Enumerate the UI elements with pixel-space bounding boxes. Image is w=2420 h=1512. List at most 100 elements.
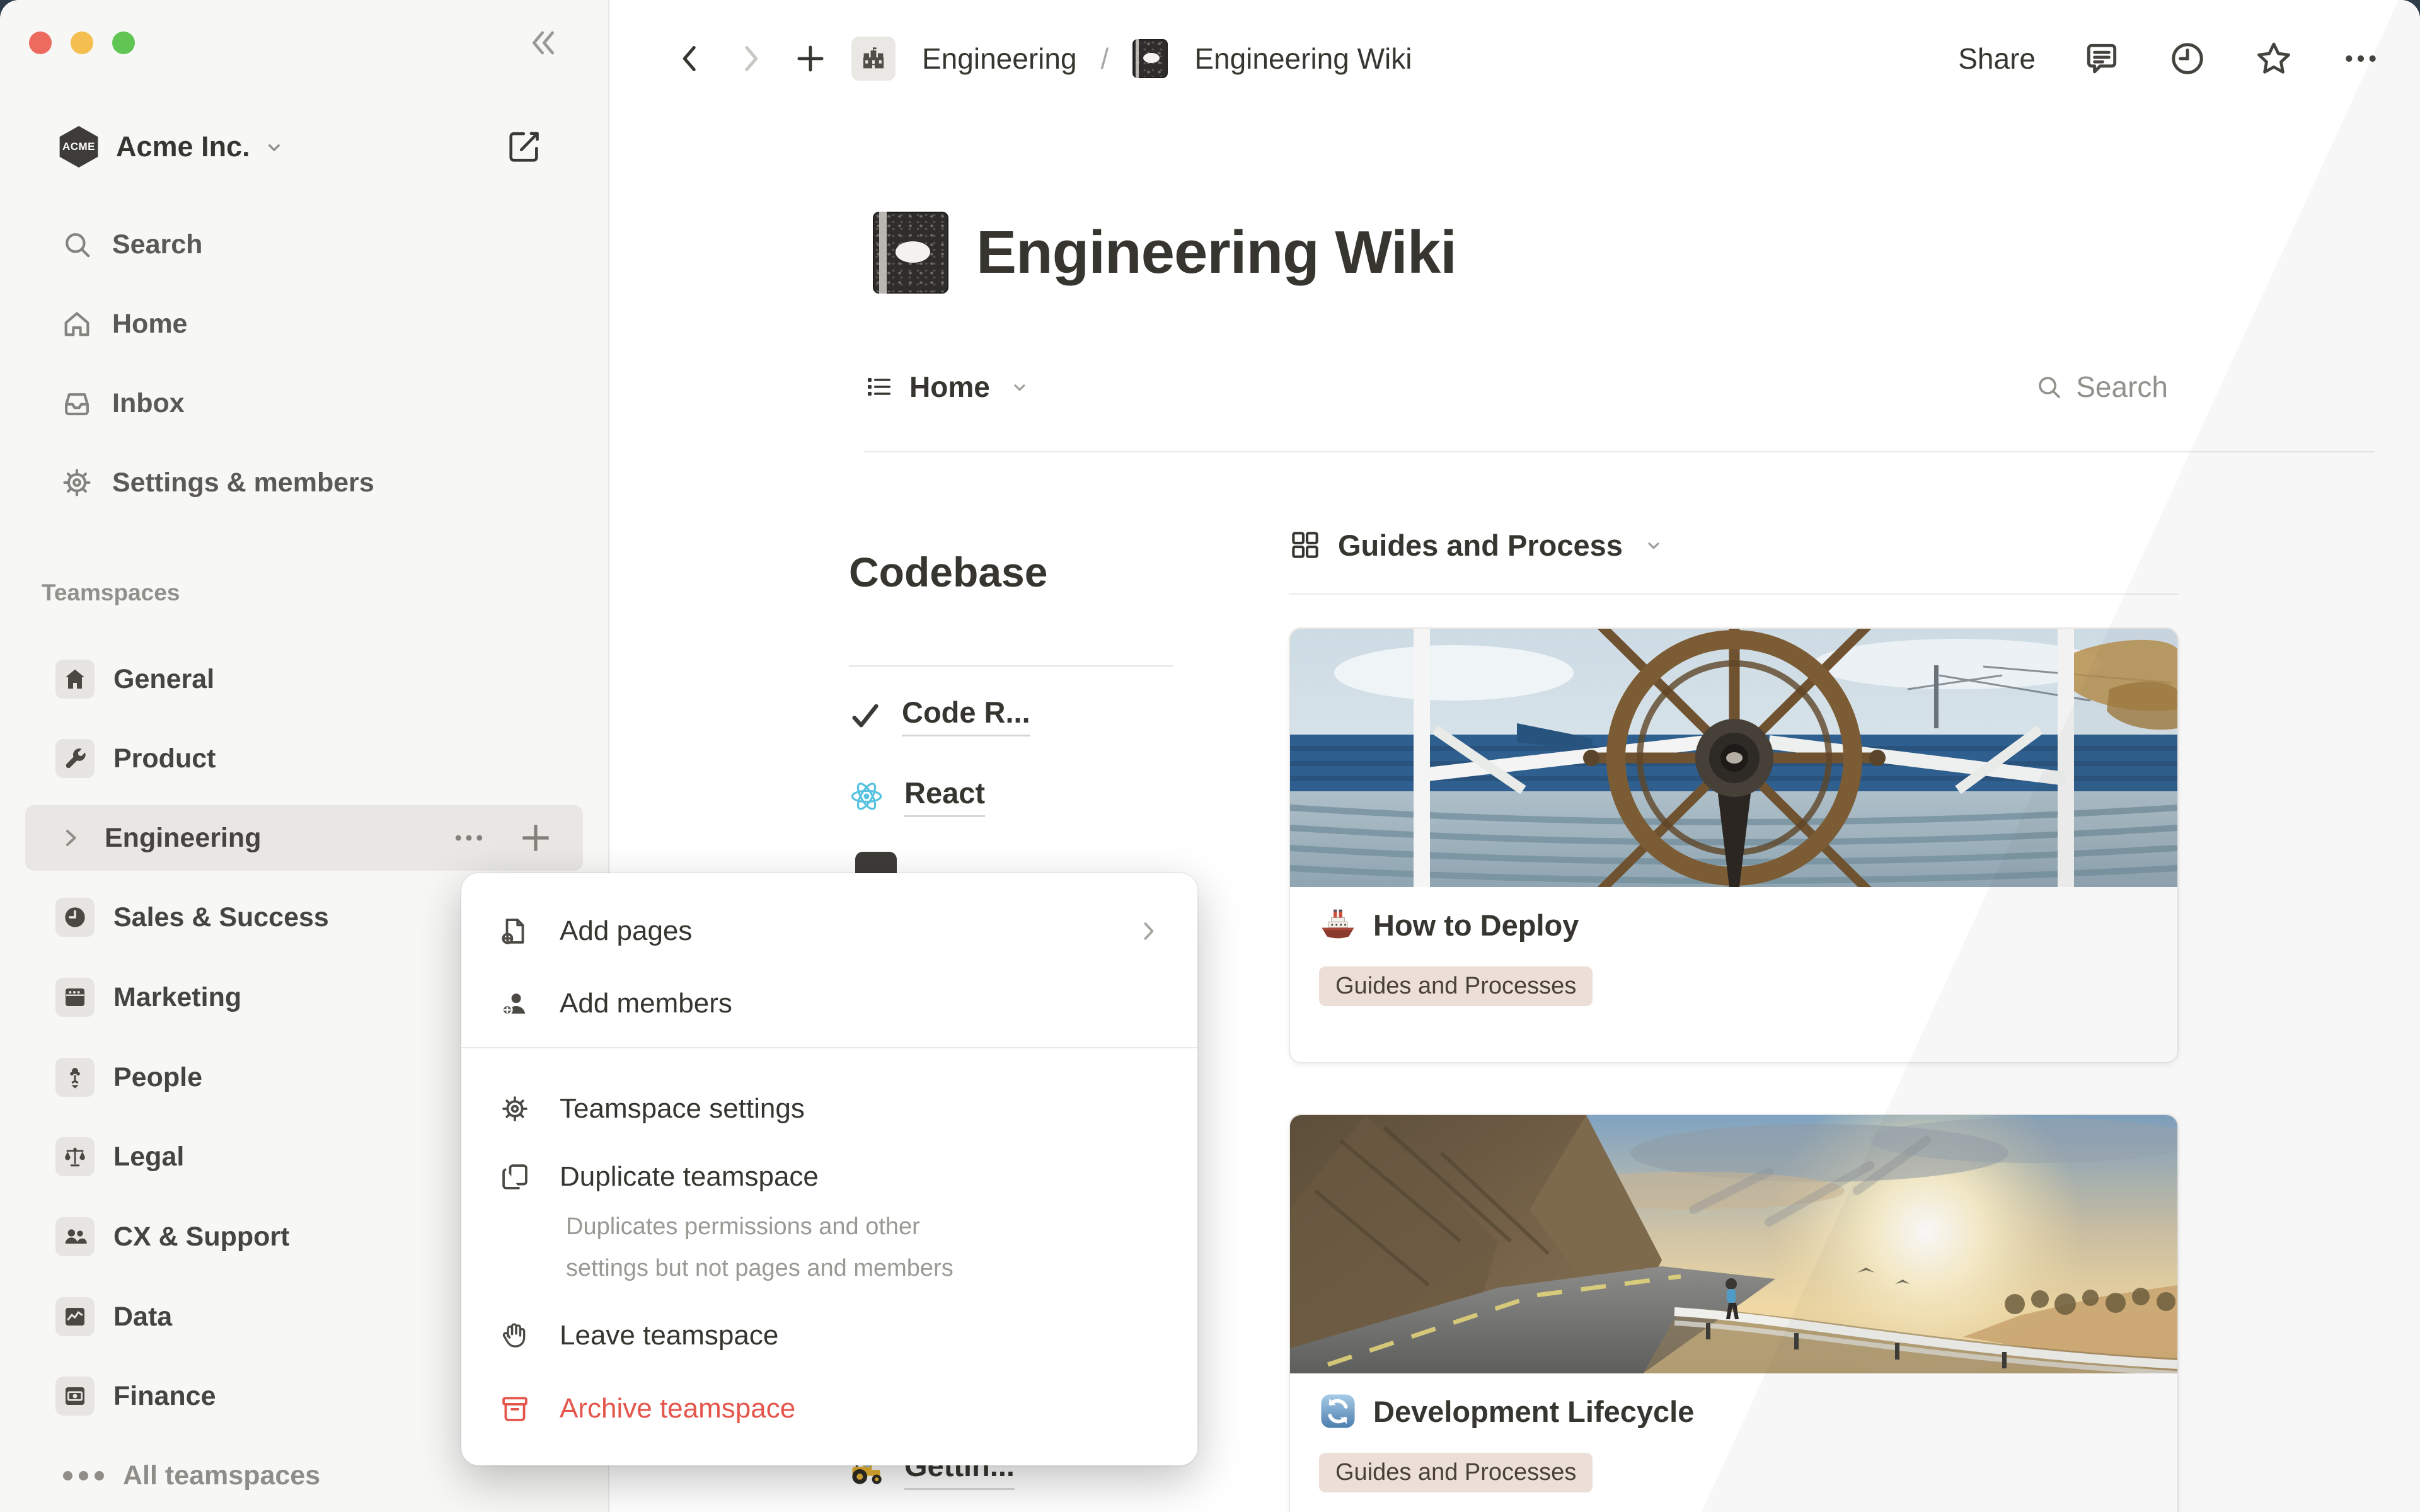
sidebar-item-settings[interactable]: Settings & members (25, 450, 583, 515)
card-tag: Guides and Processes (1319, 966, 1593, 1006)
favorite-button[interactable] (2254, 38, 2294, 79)
tab-home[interactable]: Home (864, 370, 1032, 404)
sidebar-teamspace-product[interactable]: Product (25, 726, 583, 791)
link-react[interactable]: React (849, 767, 985, 825)
menu-item-archive-teamspace[interactable]: Archive teamspace (461, 1376, 1197, 1441)
divider (864, 451, 2375, 452)
clock-icon (2168, 39, 2207, 78)
comments-button[interactable] (2082, 39, 2121, 78)
share-button[interactable]: Share (1958, 42, 2036, 76)
chevron-left-icon (671, 40, 709, 77)
ellipsis-icon (2341, 38, 2381, 79)
sidebar-teamspace-engineering[interactable]: Engineering (25, 805, 583, 871)
page-icon[interactable] (873, 212, 948, 294)
card-title: Development Lifecycle (1373, 1394, 1694, 1429)
chevron-down-icon (1008, 375, 1032, 399)
nav-forward-button[interactable] (732, 40, 769, 77)
search-icon (2034, 372, 2063, 401)
page-title: Engineering Wiki (976, 218, 1456, 287)
close-window-button[interactable] (29, 32, 52, 54)
notion-window: ACME Acme Inc. Search Home Inbox Setting… (0, 0, 2420, 1512)
search-in-view-button[interactable]: Search (2034, 370, 2168, 404)
add-member-icon (499, 988, 531, 1019)
chevron-down-icon (1642, 533, 1666, 557)
react-icon (849, 779, 884, 814)
menu-item-duplicate-teamspace[interactable]: Duplicate teamspace (461, 1144, 1197, 1210)
gallery-column: Guides and Process (1289, 523, 2179, 567)
topbar: Engineering / Engineering Wiki Share (609, 0, 2420, 117)
clock-icon (62, 905, 88, 930)
chevron-right-icon (1134, 917, 1162, 945)
breadcrumb-teamspace-icon (851, 37, 896, 81)
card-how-to-deploy[interactable]: How to Deploy Guides and Processes (1289, 627, 2179, 1063)
view-tabs: Home Search (864, 357, 2168, 417)
menu-item-add-pages[interactable]: Add pages (461, 898, 1197, 964)
card-tag: Guides and Processes (1319, 1453, 1593, 1492)
chart-icon (62, 1304, 88, 1329)
billboard-icon (62, 985, 88, 1010)
menu-item-leave-teamspace[interactable]: Leave teamspace (461, 1303, 1197, 1368)
house-icon (62, 667, 88, 692)
wrench-icon (62, 746, 88, 771)
chevron-down-icon (262, 134, 287, 159)
breadcrumb-page[interactable]: Engineering Wiki (1190, 42, 1412, 76)
menu-divider (461, 1047, 1197, 1048)
teamspace-add-page-button[interactable] (516, 818, 555, 857)
menu-item-teamspace-settings[interactable]: Teamspace settings (461, 1076, 1197, 1142)
gallery-view-header[interactable]: Guides and Process (1289, 523, 2179, 567)
link-code-review[interactable]: Code R... (849, 687, 1030, 745)
breadcrumb-page-icon (1132, 39, 1168, 78)
codebase-column: Codebase Code R... React Gettin... (849, 548, 1173, 596)
duplicate-icon (499, 1161, 531, 1193)
new-page-button[interactable] (792, 40, 829, 77)
divider (849, 665, 1173, 667)
workspace-logo: ACME (58, 126, 100, 168)
ship-icon (1319, 906, 1357, 944)
gear-icon (499, 1093, 531, 1125)
add-page-icon (499, 915, 531, 947)
card-title: How to Deploy (1373, 908, 1579, 942)
building-icon (860, 45, 887, 72)
more-button[interactable] (2341, 38, 2381, 79)
updates-button[interactable] (2168, 39, 2207, 78)
sidebar-item-search[interactable]: Search (25, 212, 583, 277)
compose-button[interactable] (506, 129, 543, 165)
duplicate-description: Duplicates permissions and other setting… (566, 1206, 969, 1289)
teamspace-context-menu: Add pages Add members Teamspace settings… (461, 873, 1197, 1465)
gallery-view-icon (1289, 529, 1322, 561)
archive-icon (499, 1393, 531, 1424)
chevron-right-icon (58, 825, 83, 850)
people-icon (62, 1224, 88, 1249)
sidebar-collapse-button[interactable] (521, 23, 561, 63)
window-controls (29, 32, 135, 54)
workspace-name: Acme Inc. (116, 130, 250, 163)
sidebar-item-inbox[interactable]: Inbox (25, 370, 583, 436)
zoom-window-button[interactable] (112, 32, 135, 54)
codebase-heading: Codebase (849, 548, 1173, 596)
banknote-icon (62, 1383, 88, 1409)
road-sunset-cover-image (1290, 1115, 2177, 1373)
flower-icon (62, 1065, 88, 1090)
divider (1289, 593, 2179, 595)
nav-back-button[interactable] (671, 40, 709, 77)
breadcrumb-separator: / (1101, 42, 1109, 76)
card-development-lifecycle[interactable]: Development Lifecycle Guides and Process… (1289, 1114, 2179, 1512)
double-chevron-left-icon (521, 23, 561, 63)
sidebar-teamspace-general[interactable]: General (25, 646, 583, 712)
menu-item-add-members[interactable]: Add members (461, 971, 1197, 1036)
search-icon (60, 228, 93, 261)
teamspace-more-button[interactable] (449, 818, 488, 857)
breadcrumb-teamspace[interactable]: Engineering (918, 42, 1077, 76)
compose-icon (506, 129, 543, 165)
chevron-right-icon (732, 40, 769, 77)
check-icon (849, 699, 882, 732)
ship-wheel-cover-image (1290, 629, 2177, 887)
page-header: Engineering Wiki (873, 212, 1456, 294)
plus-icon (792, 40, 829, 77)
minimize-window-button[interactable] (71, 32, 93, 54)
star-icon (2254, 38, 2294, 79)
ellipsis-icon (63, 1471, 104, 1480)
plus-icon (516, 818, 555, 857)
sidebar-item-home[interactable]: Home (25, 291, 583, 357)
workspace-switcher[interactable]: ACME Acme Inc. (25, 112, 583, 181)
